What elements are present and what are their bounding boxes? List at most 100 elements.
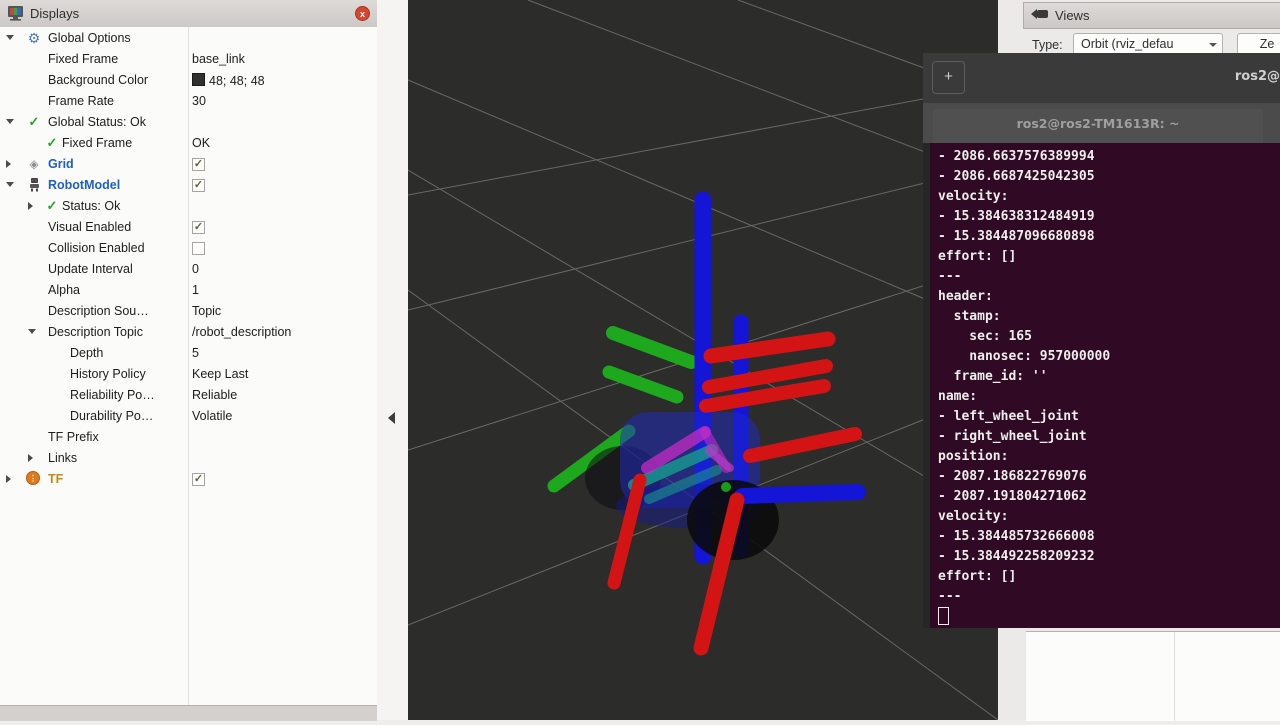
terminal-line: effort: []	[938, 247, 1110, 267]
row-label: Status: Ok	[62, 199, 120, 213]
gear-icon: ⚙	[26, 30, 42, 46]
row-value[interactable]: Volatile	[192, 409, 232, 423]
3d-viewport[interactable]	[408, 0, 998, 720]
row-label: Visual Enabled	[48, 220, 131, 234]
terminal-line: nanosec: 957000000	[938, 347, 1110, 367]
expander-closed-icon[interactable]	[6, 160, 11, 168]
terminal-window[interactable]: + ros2@ ros2@ros2-TM1613R: ~ - 2086.6637…	[923, 53, 1280, 628]
expander-open-icon[interactable]	[6, 119, 14, 124]
displays-panel-icon	[7, 6, 24, 21]
expander-closed-icon[interactable]	[28, 202, 33, 210]
displays-panel: Displays x ⚙ Global Options Fixed Frame bas…	[0, 0, 378, 720]
terminal-line: - right_wheel_joint	[938, 427, 1110, 447]
view-type-value: Orbit (rviz_defau	[1081, 37, 1173, 51]
checkbox-unchecked[interactable]	[192, 242, 205, 255]
terminal-line: - 15.384485732666008	[938, 527, 1110, 547]
terminal-line: stamp:	[938, 307, 1110, 327]
row-value[interactable]: base_link	[192, 52, 245, 66]
row-label: Durability Po…	[70, 409, 153, 423]
row-label: Global Options	[48, 31, 131, 45]
terminal-line: - 2086.6637576389994	[938, 147, 1110, 167]
terminal-line: velocity:	[938, 187, 1110, 207]
robot-model	[554, 200, 858, 648]
terminal-line: velocity:	[938, 507, 1110, 527]
expander-open-icon[interactable]	[6, 35, 14, 40]
terminal-line: - left_wheel_joint	[938, 407, 1110, 427]
row-label: Description Topic	[48, 325, 143, 339]
expander-closed-icon[interactable]	[28, 454, 33, 462]
views-panel-title: Views	[1055, 8, 1089, 23]
row-label: Depth	[70, 346, 103, 360]
terminal-line: ---	[938, 267, 1110, 287]
terminal-line: - 2086.6687425042305	[938, 167, 1110, 187]
row-label: TF Prefix	[48, 430, 99, 444]
terminal-titlebar[interactable]: + ros2@	[923, 53, 1280, 103]
view-type-label: Type:	[1032, 38, 1063, 52]
collapse-left-arrow-icon[interactable]	[388, 412, 395, 424]
displays-panel-header[interactable]: Displays x	[0, 0, 377, 28]
checkbox-checked[interactable]: ✓	[192, 179, 205, 192]
terminal-line: effort: []	[938, 567, 1110, 587]
check-ok-icon: ✓	[26, 114, 42, 130]
terminal-line: name:	[938, 387, 1110, 407]
checkbox-checked[interactable]: ✓	[192, 473, 205, 486]
views-panel-icon	[1031, 7, 1049, 25]
expander-open-icon[interactable]	[6, 182, 14, 187]
row-label: Frame Rate	[48, 94, 114, 108]
viewport-scene	[408, 0, 998, 720]
grid-icon: ◈	[26, 156, 42, 172]
terminal-line: - 15.384492258209232	[938, 547, 1110, 567]
close-icon[interactable]: x	[355, 6, 370, 21]
color-swatch	[192, 73, 205, 86]
terminal-cursor	[938, 607, 949, 625]
row-label: Collision Enabled	[48, 241, 145, 255]
row-value[interactable]: 5	[192, 346, 199, 360]
row-value[interactable]: 1	[192, 283, 199, 297]
row-value[interactable]: 0	[192, 262, 199, 276]
row-value[interactable]: 48; 48; 48	[192, 73, 265, 88]
terminal-title: ros2@	[1235, 69, 1280, 84]
new-tab-button[interactable]: +	[932, 61, 965, 94]
row-value[interactable]: OK	[192, 136, 210, 150]
views-column-divider	[1174, 632, 1175, 721]
row-label: Alpha	[48, 283, 80, 297]
terminal-line: - 2087.186822769076	[938, 467, 1110, 487]
check-ok-icon: ✓	[44, 198, 60, 214]
displays-panel-bottom-strip	[0, 705, 377, 721]
row-value[interactable]: Keep Last	[192, 367, 248, 381]
terminal-line: frame_id: ''	[938, 367, 1110, 387]
robot-icon	[26, 177, 42, 193]
terminal-tab[interactable]: ros2@ros2-TM1613R: ~	[933, 109, 1263, 143]
row-label: History Policy	[70, 367, 146, 381]
row-label: Fixed Frame	[48, 52, 118, 66]
terminal-line: - 15.384638312484919	[938, 207, 1110, 227]
terminal-line: - 2087.191804271062	[938, 487, 1110, 507]
terminal-line: sec: 165	[938, 327, 1110, 347]
views-list-area[interactable]	[1026, 631, 1280, 721]
row-value[interactable]: Reliable	[192, 388, 237, 402]
row-label: TF	[48, 472, 63, 486]
row-label: Links	[48, 451, 77, 465]
terminal-line: header:	[938, 287, 1110, 307]
property-column-divider[interactable]	[188, 27, 189, 705]
row-label: Fixed Frame	[62, 136, 132, 150]
terminal-line: position:	[938, 447, 1110, 467]
views-panel-header[interactable]: Views	[1023, 2, 1280, 29]
terminal-output: - 2086.6637576389994- 2086.6687425042305…	[938, 147, 1110, 629]
rviz-window: { "colors": { "viewport_bg": "#2c2c2b", …	[0, 0, 1280, 720]
row-value[interactable]: /robot_description	[192, 325, 291, 339]
row-value[interactable]: Topic	[192, 304, 221, 318]
row-label: Description Sou…	[48, 304, 149, 318]
row-value[interactable]: 30	[192, 94, 206, 108]
left-panel-splitter[interactable]	[377, 0, 408, 720]
row-label: Background Color	[48, 73, 148, 87]
checkbox-checked[interactable]: ✓	[192, 221, 205, 234]
row-label: Update Interval	[48, 262, 133, 276]
terminal-body[interactable]: - 2086.6637576389994- 2086.6687425042305…	[923, 143, 1280, 628]
row-label: Global Status: Ok	[48, 115, 146, 129]
checkbox-checked[interactable]: ✓	[192, 158, 205, 171]
terminal-line: ---	[938, 587, 1110, 607]
row-label: RobotModel	[48, 178, 120, 192]
expander-open-icon[interactable]	[28, 329, 36, 334]
expander-closed-icon[interactable]	[6, 475, 11, 483]
